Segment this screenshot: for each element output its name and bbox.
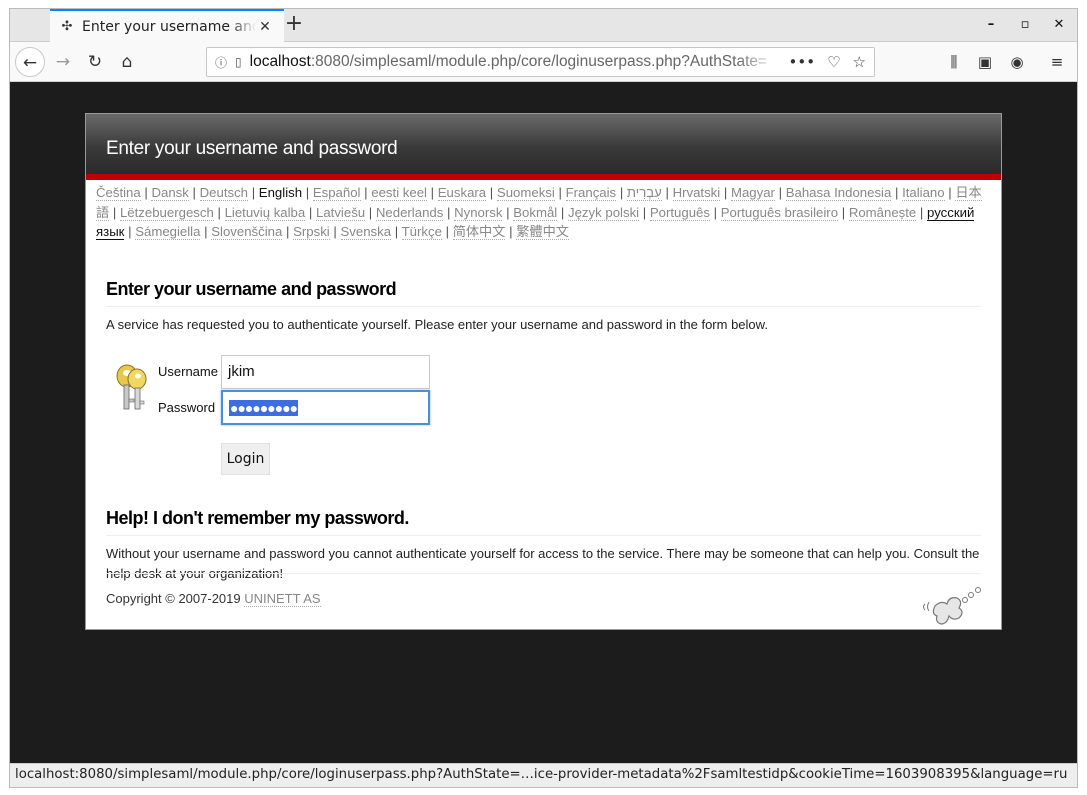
language-link[interactable]: Sámegiella [135,224,201,241]
language-link[interactable]: Lëtzebuergesch [119,204,214,221]
username-value: jkim [228,362,255,380]
library-icon[interactable]: ⫼ [940,47,968,77]
language-link[interactable]: עִבְרִית [626,185,662,201]
tab-strip: ✣ Enter your username and password ✕ + –… [10,9,1077,42]
tab-title: Enter your username and password [82,18,256,35]
language-link[interactable]: Srpski [293,224,330,241]
language-link[interactable]: 简体中文 [452,224,506,241]
new-tab-button[interactable]: + [282,13,306,37]
puzzle-favicon-icon: ✣ [61,18,73,34]
header-title: Enter your username and password [106,138,398,159]
browser-tab[interactable]: ✣ Enter your username and password ✕ [50,9,284,42]
language-link[interactable]: Suomeksi [496,185,555,201]
language-link[interactable]: Lietuvių kalba [224,204,306,221]
password-label: Password [158,399,216,415]
username-input[interactable]: jkim [221,354,430,389]
page-viewport: Enter your username and password Čeština… [10,83,1077,763]
main-content: Enter your username and password A servi… [86,242,1001,584]
reload-button[interactable]: ↻ [80,47,110,77]
forward-button[interactable]: → [48,47,78,77]
password-mask: ●●●●●●●●● [229,399,298,416]
browser-window: ✣ Enter your username and password ✕ + –… [9,8,1078,788]
back-button[interactable]: ← [15,47,45,77]
pocket-icon[interactable]: ♡ [827,53,840,71]
help-heading: Help! I don't remember my password. [106,508,981,536]
username-label: Username [158,363,218,379]
maximize-icon[interactable]: ▫ [1015,15,1035,35]
language-link[interactable]: Italiano [902,185,945,201]
site-info-icon[interactable]: ⓘ [215,54,227,71]
url-path: :8080/simplesaml/module.php/core/loginus… [310,53,768,70]
language-link[interactable]: Svenska [340,224,392,241]
bookmark-star-icon[interactable]: ☆ [853,53,866,71]
page-icon: ▯ [235,55,242,69]
language-link[interactable]: Dansk [151,185,189,201]
login-button[interactable]: Login [221,442,270,475]
login-intro: A service has requested you to authentic… [106,316,768,332]
language-link[interactable]: Nederlands [375,204,444,221]
language-link[interactable]: Euskara [437,185,487,201]
url-bar[interactable]: ⓘ ▯ localhost:8080/simplesaml/module.php… [206,47,875,77]
language-bar: Čeština | Dansk | Deutsch | English | Es… [96,185,982,241]
language-link[interactable]: Hrvatski [672,185,721,201]
language-link[interactable]: Bokmål [513,204,558,221]
url-text[interactable]: localhost:8080/simplesaml/module.php/cor… [250,53,779,71]
page-header: Enter your username and password [86,114,1001,180]
language-link[interactable]: Bahasa Indonesia [785,185,892,201]
language-link[interactable]: Deutsch [199,185,249,201]
status-bar: localhost:8080/simplesaml/module.php/cor… [10,763,1077,787]
language-link[interactable]: Magyar [730,185,775,201]
password-input[interactable]: ●●●●●●●●● [221,389,430,425]
account-icon[interactable]: ◉ [1003,47,1031,77]
language-link[interactable]: Português brasileiro [720,204,839,221]
tab-close-icon[interactable]: ✕ [256,18,274,36]
simplesamlphp-logo-icon [923,587,981,625]
uninett-link[interactable]: UNINETT AS [244,591,321,607]
home-button[interactable]: ⌂ [112,47,142,77]
sidebar-icon[interactable]: ▣ [971,47,999,77]
url-host: localhost [249,53,311,70]
copyright-prefix: Copyright © 2007-2019 [106,591,245,606]
page-actions-icon[interactable]: ••• [789,53,816,71]
language-link[interactable]: Español [312,185,361,201]
language-link[interactable]: Język polski [568,204,640,221]
language-link[interactable]: Românește [848,204,917,221]
language-link[interactable]: Latviešu [316,204,366,221]
menu-icon[interactable]: ≡ [1043,47,1071,77]
language-link[interactable]: English [259,185,302,200]
language-link[interactable]: Português [649,204,710,221]
language-link[interactable]: Nynorsk [454,204,503,221]
copyright-text: Copyright © 2007-2019 UNINETT AS [106,591,321,607]
language-link[interactable]: Slovenščina [211,224,283,241]
login-heading: Enter your username and password [106,279,981,307]
language-link[interactable]: Čeština [96,185,141,201]
minimize-icon[interactable]: – [981,15,1001,35]
language-link[interactable]: eesti keel [371,185,427,201]
language-link[interactable]: 繁體中文 [516,224,569,241]
window-close-icon[interactable]: ✕ [1049,15,1069,35]
language-link[interactable]: Türkçe [401,224,442,241]
page-container: Enter your username and password Čeština… [85,113,1002,630]
language-link[interactable]: Français [565,185,617,201]
nav-toolbar: ← → ↻ ⌂ ⓘ ▯ localhost:8080/simplesaml/mo… [10,42,1077,82]
page-footer: Copyright © 2007-2019 UNINETT AS [106,573,981,629]
login-form: Username jkim Password ●●●●●●●●● Login [106,354,981,475]
keys-icon [116,364,147,410]
